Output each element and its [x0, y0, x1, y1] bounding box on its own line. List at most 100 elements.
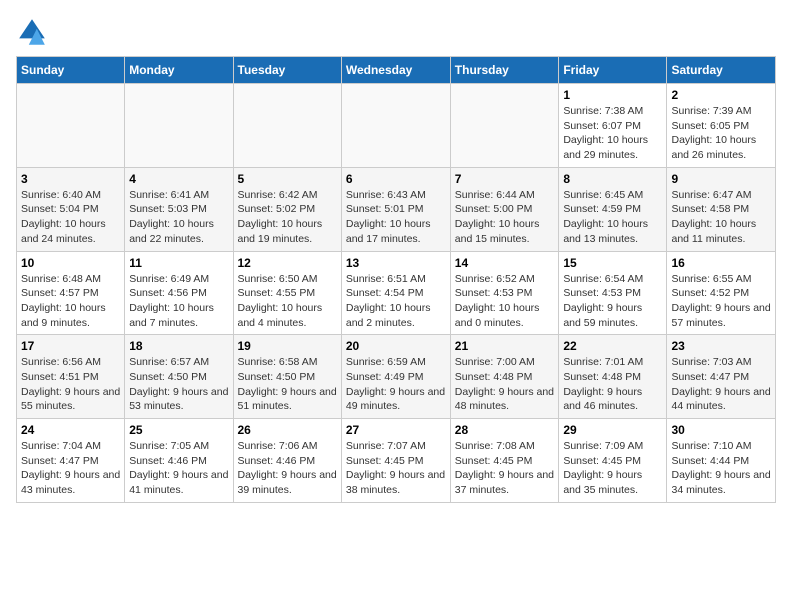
day-info: Sunrise: 7:04 AM Sunset: 4:47 PM Dayligh… [21, 439, 120, 498]
calendar-cell: 9 Sunrise: 6:47 AM Sunset: 4:58 PM Daylig… [667, 167, 776, 251]
day-info: Sunrise: 7:38 AM Sunset: 6:07 PM Dayligh… [563, 104, 662, 163]
day-info: Sunrise: 6:57 AM Sunset: 4:50 PM Dayligh… [129, 355, 228, 414]
weekday-header: Thursday [450, 57, 559, 84]
day-info: Sunrise: 6:51 AM Sunset: 4:54 PM Dayligh… [346, 272, 446, 331]
calendar-cell: 24 Sunrise: 7:04 AM Sunset: 4:47 PM Dayli… [17, 419, 125, 503]
weekday-header: Sunday [17, 57, 125, 84]
calendar-cell: 1Sunrise: 7:38 AM Sunset: 6:07 PM Daylig… [559, 84, 667, 168]
calendar-cell: 14Sunrise: 6:52 AM Sunset: 4:53 PM Dayli… [450, 251, 559, 335]
day-number: 25 [129, 423, 228, 437]
day-info: Sunrise: 7:03 AM Sunset: 4:47 PM Dayligh… [671, 355, 771, 414]
day-info: Sunrise: 6:48 AM Sunset: 4:57 PM Dayligh… [21, 272, 120, 331]
day-number: 11 [129, 256, 228, 270]
day-info: Sunrise: 6:49 AM Sunset: 4:56 PM Dayligh… [129, 272, 228, 331]
day-info: Sunrise: 7:05 AM Sunset: 4:46 PM Dayligh… [129, 439, 228, 498]
day-number: 24 [21, 423, 120, 437]
day-number: 8 [563, 172, 662, 186]
calendar-week-row: 3Sunrise: 6:40 AM Sunset: 5:04 PM Daylig… [17, 167, 776, 251]
day-number: 10 [21, 256, 120, 270]
calendar-cell: 21 Sunrise: 7:00 AM Sunset: 4:48 PM Dayli… [450, 335, 559, 419]
day-info: Sunrise: 6:58 AM Sunset: 4:50 PM Dayligh… [238, 355, 337, 414]
calendar-cell: 11 Sunrise: 6:49 AM Sunset: 4:56 PM Dayli… [125, 251, 233, 335]
day-number: 6 [346, 172, 446, 186]
calendar-cell: 23 Sunrise: 7:03 AM Sunset: 4:47 PM Dayli… [667, 335, 776, 419]
calendar-cell: 3Sunrise: 6:40 AM Sunset: 5:04 PM Daylig… [17, 167, 125, 251]
day-info: Sunrise: 6:41 AM Sunset: 5:03 PM Dayligh… [129, 188, 228, 247]
calendar-cell: 16Sunrise: 6:55 AM Sunset: 4:52 PM Dayli… [667, 251, 776, 335]
day-info: Sunrise: 6:44 AM Sunset: 5:00 PM Dayligh… [455, 188, 555, 247]
day-number: 29 [563, 423, 662, 437]
day-number: 28 [455, 423, 555, 437]
day-number: 2 [671, 88, 771, 102]
calendar-cell: 27Sunrise: 7:07 AM Sunset: 4:45 PM Dayli… [341, 419, 450, 503]
calendar-cell: 25 Sunrise: 7:05 AM Sunset: 4:46 PM Dayli… [125, 419, 233, 503]
day-number: 14 [455, 256, 555, 270]
day-number: 23 [671, 339, 771, 353]
calendar-cell: 10 Sunrise: 6:48 AM Sunset: 4:57 PM Dayli… [17, 251, 125, 335]
logo [16, 16, 52, 48]
page-header [16, 16, 776, 48]
day-info: Sunrise: 6:42 AM Sunset: 5:02 PM Dayligh… [238, 188, 337, 247]
day-number: 5 [238, 172, 337, 186]
calendar-cell: 8 Sunrise: 6:45 AM Sunset: 4:59 PM Daylig… [559, 167, 667, 251]
day-number: 22 [563, 339, 662, 353]
day-number: 4 [129, 172, 228, 186]
calendar-cell: 4 Sunrise: 6:41 AM Sunset: 5:03 PM Daylig… [125, 167, 233, 251]
calendar-cell: 5 Sunrise: 6:42 AM Sunset: 5:02 PM Daylig… [233, 167, 341, 251]
calendar-cell: 22 Sunrise: 7:01 AM Sunset: 4:48 PM Dayli… [559, 335, 667, 419]
calendar-cell [125, 84, 233, 168]
calendar-cell: 7 Sunrise: 6:44 AM Sunset: 5:00 PM Daylig… [450, 167, 559, 251]
day-info: Sunrise: 7:10 AM Sunset: 4:44 PM Dayligh… [671, 439, 771, 498]
day-info: Sunrise: 7:39 AM Sunset: 6:05 PM Dayligh… [671, 104, 771, 163]
day-number: 26 [238, 423, 337, 437]
day-info: Sunrise: 6:47 AM Sunset: 4:58 PM Dayligh… [671, 188, 771, 247]
day-number: 7 [455, 172, 555, 186]
day-info: Sunrise: 7:08 AM Sunset: 4:45 PM Dayligh… [455, 439, 555, 498]
calendar-cell: 28 Sunrise: 7:08 AM Sunset: 4:45 PM Dayli… [450, 419, 559, 503]
calendar-cell: 30 Sunrise: 7:10 AM Sunset: 4:44 PM Dayli… [667, 419, 776, 503]
day-info: Sunrise: 7:01 AM Sunset: 4:48 PM Dayligh… [563, 355, 662, 414]
day-info: Sunrise: 7:09 AM Sunset: 4:45 PM Dayligh… [563, 439, 662, 498]
calendar-cell: 19 Sunrise: 6:58 AM Sunset: 4:50 PM Dayli… [233, 335, 341, 419]
calendar-cell [17, 84, 125, 168]
day-number: 30 [671, 423, 771, 437]
calendar-cell: 6Sunrise: 6:43 AM Sunset: 5:01 PM Daylig… [341, 167, 450, 251]
logo-icon [16, 16, 48, 48]
calendar-cell: 15Sunrise: 6:54 AM Sunset: 4:53 PM Dayli… [559, 251, 667, 335]
weekday-header: Wednesday [341, 57, 450, 84]
calendar-table: SundayMondayTuesdayWednesdayThursdayFrid… [16, 56, 776, 503]
weekday-header: Saturday [667, 57, 776, 84]
calendar-cell [233, 84, 341, 168]
calendar-cell: 29 Sunrise: 7:09 AM Sunset: 4:45 PM Dayli… [559, 419, 667, 503]
calendar-week-row: 17 Sunrise: 6:56 AM Sunset: 4:51 PM Dayli… [17, 335, 776, 419]
day-number: 9 [671, 172, 771, 186]
calendar-cell: 2 Sunrise: 7:39 AM Sunset: 6:05 PM Daylig… [667, 84, 776, 168]
day-number: 16 [671, 256, 771, 270]
day-info: Sunrise: 7:07 AM Sunset: 4:45 PM Dayligh… [346, 439, 446, 498]
day-number: 15 [563, 256, 662, 270]
day-number: 17 [21, 339, 120, 353]
day-number: 12 [238, 256, 337, 270]
day-info: Sunrise: 6:56 AM Sunset: 4:51 PM Dayligh… [21, 355, 120, 414]
calendar-cell: 26 Sunrise: 7:06 AM Sunset: 4:46 PM Dayli… [233, 419, 341, 503]
calendar-header-row: SundayMondayTuesdayWednesdayThursdayFrid… [17, 57, 776, 84]
day-info: Sunrise: 6:45 AM Sunset: 4:59 PM Dayligh… [563, 188, 662, 247]
calendar-cell: 17 Sunrise: 6:56 AM Sunset: 4:51 PM Dayli… [17, 335, 125, 419]
day-info: Sunrise: 7:00 AM Sunset: 4:48 PM Dayligh… [455, 355, 555, 414]
day-info: Sunrise: 7:06 AM Sunset: 4:46 PM Dayligh… [238, 439, 337, 498]
calendar-week-row: 24 Sunrise: 7:04 AM Sunset: 4:47 PM Dayli… [17, 419, 776, 503]
day-number: 19 [238, 339, 337, 353]
day-number: 21 [455, 339, 555, 353]
calendar-cell: 20Sunrise: 6:59 AM Sunset: 4:49 PM Dayli… [341, 335, 450, 419]
calendar-week-row: 10 Sunrise: 6:48 AM Sunset: 4:57 PM Dayli… [17, 251, 776, 335]
day-number: 18 [129, 339, 228, 353]
weekday-header: Tuesday [233, 57, 341, 84]
calendar-cell [450, 84, 559, 168]
day-number: 3 [21, 172, 120, 186]
day-info: Sunrise: 6:50 AM Sunset: 4:55 PM Dayligh… [238, 272, 337, 331]
calendar-cell: 13 Sunrise: 6:51 AM Sunset: 4:54 PM Dayli… [341, 251, 450, 335]
day-number: 13 [346, 256, 446, 270]
calendar-cell: 12 Sunrise: 6:50 AM Sunset: 4:55 PM Dayli… [233, 251, 341, 335]
day-number: 20 [346, 339, 446, 353]
weekday-header: Friday [559, 57, 667, 84]
